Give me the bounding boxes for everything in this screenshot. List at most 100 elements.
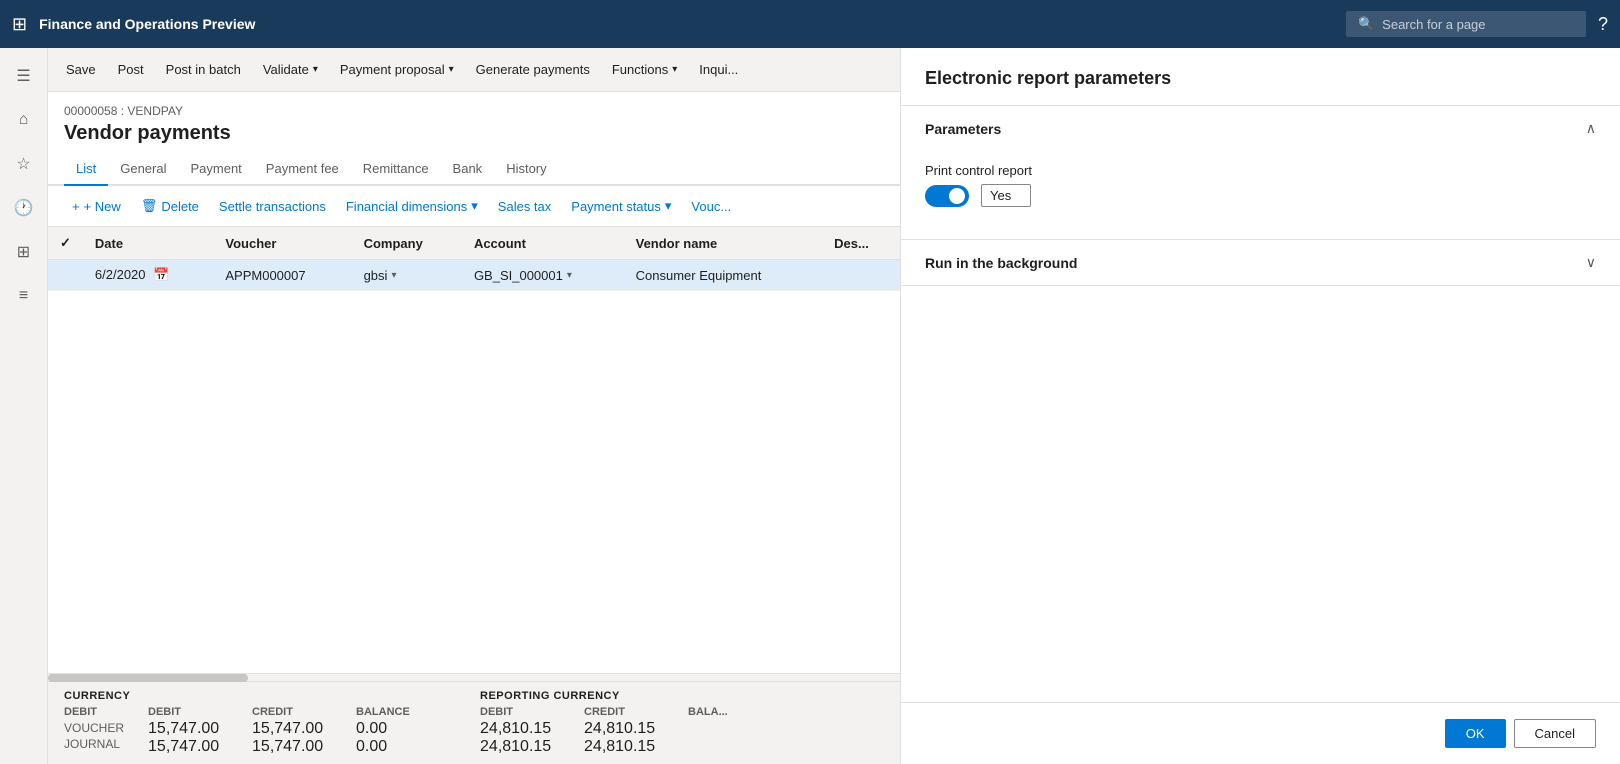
financial-dimensions-button[interactable]: Financial dimensions ▾	[338, 192, 486, 220]
payment-status-chevron-icon: ▾	[665, 198, 672, 214]
voucher-debit-value: 15,747.00	[148, 720, 228, 738]
run-in-background-chevron-icon: ∨	[1586, 254, 1596, 271]
reporting-currency-section: REPORTING CURRENCY DEBIT 24,810.15 24,81…	[480, 690, 748, 756]
col-header-voucher: Voucher	[213, 227, 351, 260]
print-control-report-label: Print control report	[925, 163, 1596, 178]
search-bar[interactable]: 🔍	[1346, 11, 1586, 37]
app-title: Finance and Operations Preview	[39, 16, 1334, 32]
cell-vendor-name: Consumer Equipment	[624, 260, 823, 291]
run-in-background-section: Run in the background ∨	[901, 240, 1620, 286]
sidebar-item-recent[interactable]: 🕐	[4, 188, 44, 228]
data-table: ✓ Date Voucher Company Account Vendor na…	[48, 227, 900, 673]
post-button[interactable]: Post	[108, 54, 154, 86]
account-dropdown-icon[interactable]: ▾	[567, 270, 572, 281]
currency-balance-header: BALANCE	[356, 706, 416, 718]
parameters-chevron-icon: ∧	[1586, 120, 1596, 137]
search-icon: 🔍	[1358, 16, 1374, 32]
currency-debit-values-header: DEBIT	[148, 706, 228, 718]
search-input[interactable]	[1382, 17, 1572, 32]
col-header-description: Des...	[822, 227, 900, 260]
inquiries-button[interactable]: Inqui...	[689, 54, 748, 86]
grid-icon[interactable]: ⊞	[12, 14, 27, 35]
cell-date: 6/2/2020 📅	[83, 260, 213, 291]
company-dropdown-icon[interactable]: ▾	[391, 270, 396, 281]
journal-balance-value: 0.00	[356, 738, 416, 756]
post-in-batch-button[interactable]: Post in batch	[156, 54, 251, 86]
col-header-vendor-name: Vendor name	[624, 227, 823, 260]
payment-proposal-button[interactable]: Payment proposal ▾	[330, 54, 464, 86]
table-row[interactable]: 6/2/2020 📅 APPM000007 gbsi ▾	[48, 260, 900, 291]
sidebar-item-menu[interactable]: ☰	[4, 56, 44, 96]
currency-label: CURRENCY	[64, 690, 440, 702]
cancel-button[interactable]: Cancel	[1514, 719, 1596, 748]
sidebar-item-workspaces[interactable]: ⊞	[4, 232, 44, 272]
settle-transactions-button[interactable]: Settle transactions	[211, 192, 334, 220]
print-control-report-field: Print control report Yes	[925, 163, 1596, 207]
rep-journal-debit-value: 24,810.15	[480, 738, 560, 756]
page-header: 00000058 : VENDPAY Vendor payments	[48, 92, 900, 153]
scroll-thumb[interactable]	[48, 674, 248, 682]
reporting-currency-label: REPORTING CURRENCY	[480, 690, 748, 702]
validate-button[interactable]: Validate ▾	[253, 54, 328, 86]
sales-tax-button[interactable]: Sales tax	[490, 192, 559, 220]
functions-chevron-icon: ▾	[672, 64, 677, 75]
breadcrumb: 00000058 : VENDPAY	[64, 104, 884, 118]
tab-payment[interactable]: Payment	[178, 153, 253, 186]
rep-credit-header: CREDIT	[584, 706, 664, 718]
rep-voucher-debit-value: 24,810.15	[480, 720, 560, 738]
payment-proposal-chevron-icon: ▾	[449, 64, 454, 75]
tab-remittance[interactable]: Remittance	[351, 153, 441, 186]
ok-button[interactable]: OK	[1445, 719, 1506, 748]
tab-bank[interactable]: Bank	[441, 153, 495, 186]
voucher-balance-value: 0.00	[356, 720, 416, 738]
new-button[interactable]: + + New	[64, 192, 129, 220]
financial-dimensions-chevron-icon: ▾	[471, 198, 478, 214]
functions-button[interactable]: Functions ▾	[602, 54, 687, 86]
vouch-button[interactable]: Vouc...	[683, 192, 739, 220]
validate-chevron-icon: ▾	[313, 64, 318, 75]
toggle-row: Yes	[925, 184, 1596, 207]
sidebar-item-modules[interactable]: ≡	[4, 276, 44, 316]
rep-voucher-credit-value: 24,810.15	[584, 720, 664, 738]
horizontal-scrollbar[interactable]	[48, 673, 900, 681]
rep-debit-header: DEBIT	[480, 706, 560, 718]
journal-debit-value: 15,747.00	[148, 738, 228, 756]
parameters-content: Print control report Yes	[901, 151, 1620, 239]
panel-title: Electronic report parameters	[925, 68, 1596, 89]
cell-account: GB_SI_000001 ▾	[462, 260, 624, 291]
help-icon[interactable]: ?	[1598, 14, 1608, 35]
payment-status-button[interactable]: Payment status ▾	[563, 192, 679, 220]
journal-credit-value: 15,747.00	[252, 738, 332, 756]
sidebar-item-home[interactable]: ⌂	[4, 100, 44, 140]
rep-journal-credit-value: 24,810.15	[584, 738, 664, 756]
generate-payments-button[interactable]: Generate payments	[466, 54, 600, 86]
save-button[interactable]: Save	[56, 54, 106, 86]
run-in-background-accordion-header[interactable]: Run in the background ∨	[901, 240, 1620, 285]
col-header-company: Company	[352, 227, 462, 260]
parameters-section-title: Parameters	[925, 121, 1001, 137]
tab-list[interactable]: List	[64, 153, 108, 186]
page-title: Vendor payments	[64, 122, 884, 145]
sidebar-item-favorites[interactable]: ☆	[4, 144, 44, 184]
calendar-icon[interactable]: 📅	[153, 267, 169, 282]
plus-icon: +	[72, 199, 80, 214]
tabs: List General Payment Payment fee Remitta…	[48, 153, 900, 186]
cell-company: gbsi ▾	[352, 260, 462, 291]
parameters-accordion-header[interactable]: Parameters ∧	[901, 106, 1620, 151]
delete-icon: 🗑	[141, 198, 158, 214]
toggle-value: Yes	[981, 184, 1031, 207]
voucher-debit-row: VOUCHER	[64, 720, 124, 736]
journal-debit-row: JOURNAL	[64, 736, 124, 752]
tab-general[interactable]: General	[108, 153, 178, 186]
row-check[interactable]	[48, 260, 83, 291]
panel-header: Electronic report parameters	[901, 48, 1620, 106]
top-bar: ⊞ Finance and Operations Preview 🔍 ?	[0, 0, 1620, 48]
cell-description	[822, 260, 900, 291]
tab-payment-fee[interactable]: Payment fee	[254, 153, 351, 186]
summary-footer: CURRENCY DEBIT VOUCHER JOURNAL	[48, 681, 900, 764]
tab-history[interactable]: History	[494, 153, 558, 186]
print-control-toggle[interactable]	[925, 185, 969, 207]
content-area: Save Post Post in batch Validate ▾ Payme…	[48, 48, 900, 764]
currency-credit-header: CREDIT	[252, 706, 332, 718]
delete-button[interactable]: 🗑 Delete	[133, 192, 207, 220]
